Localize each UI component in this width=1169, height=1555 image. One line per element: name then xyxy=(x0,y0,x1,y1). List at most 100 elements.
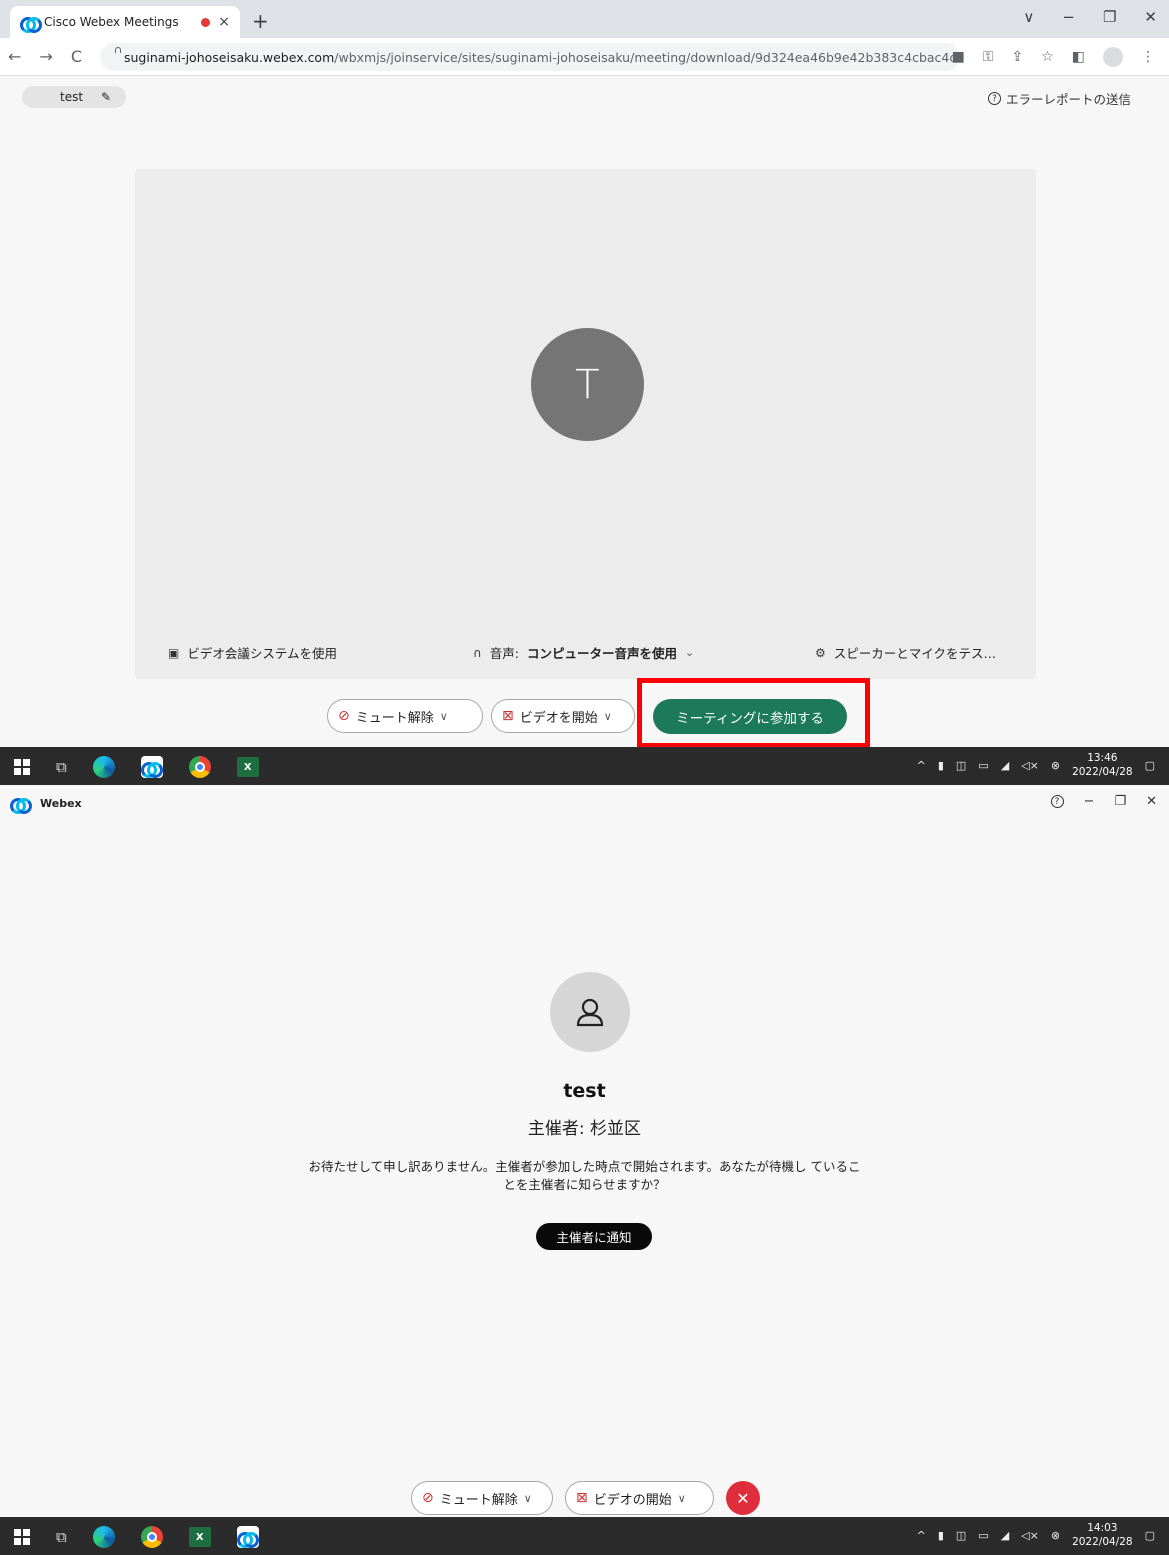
forward-icon[interactable]: → xyxy=(39,47,52,66)
new-tab-button[interactable]: + xyxy=(252,9,269,33)
start-video-button[interactable]: ⊠ ビデオを開始 ∨ xyxy=(491,699,635,733)
app-title-bar: Webex ? − ❐ ✕ xyxy=(0,788,1169,818)
waiting-message: お待たせして申し訳ありません。主催者が参加した時点で開始されます。あなたが待機し… xyxy=(308,1159,861,1192)
mic-tray-icon[interactable]: ▮ xyxy=(938,759,944,772)
webex-taskbar-icon[interactable] xyxy=(236,1526,259,1548)
webex-taskbar-icon[interactable] xyxy=(140,756,163,778)
network-off-icon[interactable]: ⊗ xyxy=(1051,759,1060,772)
speaker-test-label: スピーカーとマイクをテス… xyxy=(833,646,997,661)
chevron-down-icon[interactable]: ∨ xyxy=(440,710,448,723)
bookmark-star-icon[interactable]: ☆ xyxy=(1041,49,1054,65)
app-window-controls: ? − ❐ ✕ xyxy=(1050,794,1157,809)
mic-tray-icon[interactable]: ▮ xyxy=(938,1529,944,1542)
help-icon[interactable]: ? xyxy=(1050,795,1064,808)
unmute-button[interactable]: ⊘ ミュート解除 ∨ xyxy=(411,1481,553,1515)
system-tray: ^ ▮ ◫ ▭ ◢ ◁× ⊗ 13:46 2022/04/28 ▢ xyxy=(917,751,1155,779)
video-system-option[interactable]: ▣ ビデオ会議システムを使用 xyxy=(168,643,337,662)
tray-chevron-icon[interactable]: ^ xyxy=(917,759,926,772)
start-video-label: ビデオの開始 xyxy=(593,1492,672,1508)
leave-button[interactable]: ✕ xyxy=(726,1481,760,1515)
display-name-pill[interactable]: test ✎ xyxy=(22,86,126,108)
task-view-icon[interactable]: ⧉ xyxy=(56,758,67,776)
chrome-icon[interactable] xyxy=(188,756,211,778)
restore-icon[interactable]: ❐ xyxy=(1114,794,1126,809)
restore-icon[interactable]: ❐ xyxy=(1103,8,1116,26)
signal-icon[interactable]: ◢ xyxy=(1001,759,1009,772)
volume-muted-icon[interactable]: ◁× xyxy=(1021,759,1039,772)
menu-icon[interactable]: ⋮ xyxy=(1141,49,1155,65)
audio-value: コンピューター音声を使用 xyxy=(527,646,678,661)
back-icon[interactable]: ← xyxy=(8,47,21,66)
url-field[interactable]: suginami-johoseisaku.webex.com /wbxmjs/j… xyxy=(100,43,960,71)
video-off-icon: ⊠ xyxy=(502,708,514,724)
notification-icon[interactable]: ▢ xyxy=(1145,1529,1155,1542)
close-window-icon[interactable]: ✕ xyxy=(1144,8,1157,26)
recording-dot-icon xyxy=(201,17,211,27)
profile-icon[interactable] xyxy=(1103,47,1123,67)
gear-icon: ⚙ xyxy=(815,645,826,660)
audio-option[interactable]: ∩ 音声: コンピューター音声を使用 ⌄ xyxy=(473,643,694,662)
windows-taskbar: ⧉ X ^ ▮ ◫ ▭ ◢ ◁× ⊗ 13:46 2022/04/28 ▢ xyxy=(0,747,1169,785)
minimize-icon[interactable]: − xyxy=(1062,8,1075,26)
battery-icon[interactable]: ▭ xyxy=(978,759,988,772)
clock-date: 2022/04/28 xyxy=(1072,766,1133,778)
video-off-icon: ⊠ xyxy=(576,1490,588,1506)
taskbar-apps: ⧉ X xyxy=(14,756,259,778)
reload-icon[interactable]: C xyxy=(71,47,82,66)
meeting-title: test xyxy=(563,1080,606,1102)
windows-taskbar: ⧉ X ^ ▮ ◫ ▭ ◢ ◁× ⊗ 14:03 2022/04/28 ▢ xyxy=(0,1517,1169,1555)
tray-chevron-icon[interactable]: ^ xyxy=(917,1529,926,1542)
camera-tray-icon[interactable]: ◫ xyxy=(956,1529,966,1542)
windows-start-icon[interactable] xyxy=(14,759,30,775)
unmute-label: ミュート解除 xyxy=(355,710,434,726)
excel-icon[interactable]: X xyxy=(236,757,259,777)
battery-icon[interactable]: ▭ xyxy=(978,1529,988,1542)
side-panel-icon[interactable]: ◧ xyxy=(1072,49,1085,65)
error-report-link[interactable]: ? エラーレポートの送信 xyxy=(987,89,1131,108)
highlight-annotation xyxy=(637,678,870,748)
lobby-controls: ⊘ ミュート解除 ∨ ⊠ ビデオの開始 ∨ ✕ xyxy=(0,1478,1169,1518)
window-controls: ∨ − ❐ ✕ xyxy=(1023,8,1157,26)
key-icon[interactable]: ⚿ xyxy=(983,49,994,65)
share-icon[interactable]: ⇪ xyxy=(1011,49,1023,65)
signal-icon[interactable]: ◢ xyxy=(1001,1529,1009,1542)
tab-close-icon[interactable]: × xyxy=(218,14,230,30)
clock-date: 2022/04/28 xyxy=(1072,1536,1133,1548)
person-icon xyxy=(576,998,604,1027)
chrome-icon[interactable] xyxy=(140,1526,163,1548)
tab-search-icon[interactable]: ∨ xyxy=(1023,8,1034,26)
browser-screenshot: Cisco Webex Meetings × + ∨ − ❐ ✕ ← → C s… xyxy=(0,0,1169,787)
webex-logo-icon xyxy=(20,17,42,33)
chevron-down-icon[interactable]: ∨ xyxy=(604,710,612,723)
notify-host-button[interactable]: 主催者に通知 xyxy=(536,1223,652,1250)
notification-icon[interactable]: ▢ xyxy=(1145,759,1155,772)
windows-start-icon[interactable] xyxy=(14,1529,30,1545)
start-video-button[interactable]: ⊠ ビデオの開始 ∨ xyxy=(565,1481,714,1515)
network-off-icon[interactable]: ⊗ xyxy=(1051,1529,1060,1542)
edge-icon[interactable] xyxy=(92,756,115,778)
system-tray: ^ ▮ ◫ ▭ ◢ ◁× ⊗ 14:03 2022/04/28 ▢ xyxy=(917,1521,1155,1549)
clock-time: 13:46 xyxy=(1087,752,1118,764)
task-view-icon[interactable]: ⧉ xyxy=(56,1528,67,1546)
close-window-icon[interactable]: ✕ xyxy=(1146,794,1157,809)
taskbar-apps: ⧉ X xyxy=(14,1526,259,1548)
display-name: test xyxy=(60,90,84,104)
browser-tab[interactable]: Cisco Webex Meetings × xyxy=(10,6,240,38)
camera-tray-icon[interactable]: ◫ xyxy=(956,759,966,772)
camera-in-use-icon[interactable]: ■ xyxy=(952,49,965,65)
taskbar-clock[interactable]: 14:03 2022/04/28 xyxy=(1072,1521,1133,1549)
excel-icon[interactable]: X xyxy=(188,1527,211,1547)
avatar: T xyxy=(531,328,644,441)
webex-logo-icon xyxy=(10,798,32,814)
edge-icon[interactable] xyxy=(92,1526,115,1548)
pencil-icon[interactable]: ✎ xyxy=(101,90,111,104)
minimize-icon[interactable]: − xyxy=(1084,794,1095,809)
chevron-down-icon[interactable]: ∨ xyxy=(678,1492,686,1505)
unmute-button[interactable]: ⊘ ミュート解除 ∨ xyxy=(327,699,483,733)
taskbar-clock[interactable]: 13:46 2022/04/28 xyxy=(1072,751,1133,779)
speaker-test-option[interactable]: ⚙ スピーカーとマイクをテス… xyxy=(815,643,996,662)
volume-muted-icon[interactable]: ◁× xyxy=(1021,1529,1039,1542)
chevron-down-icon[interactable]: ∨ xyxy=(524,1492,532,1505)
video-preview: T ▣ ビデオ会議システムを使用 ∩ 音声: コンピューター音声を使用 ⌄ ⚙ … xyxy=(135,169,1036,679)
url-host: suginami-johoseisaku.webex.com xyxy=(124,49,335,65)
